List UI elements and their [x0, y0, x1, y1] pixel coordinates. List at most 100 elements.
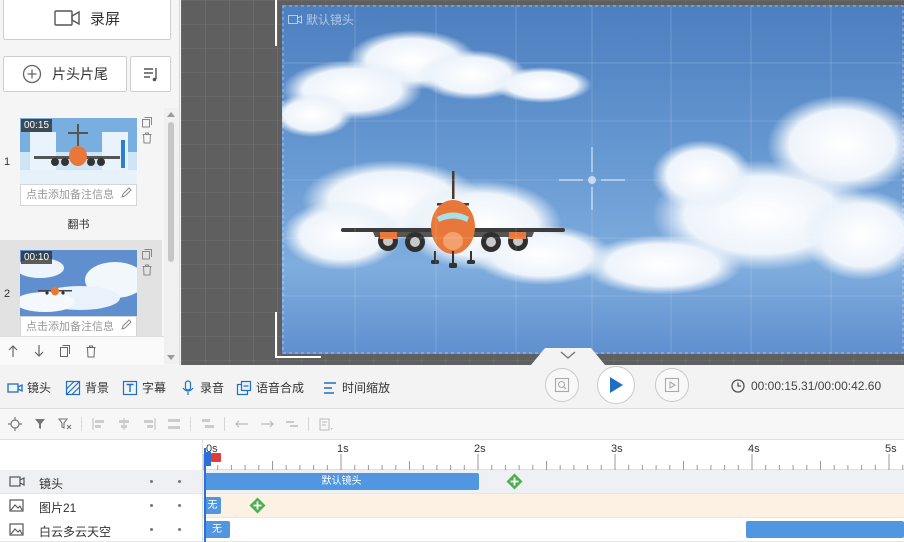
align-left-icon[interactable]: [90, 416, 107, 433]
speech-synthesis-icon: [236, 380, 252, 395]
tool-subtitle[interactable]: 字幕: [122, 379, 166, 396]
play-from-start-button[interactable]: [655, 368, 689, 402]
camera-small-icon: [288, 15, 302, 24]
align-top-icon[interactable]: [199, 416, 216, 433]
scene-note-input[interactable]: 点击添加备注信息: [20, 316, 137, 336]
scene-panel: 录屏 片头片尾 1 00:15 点击添加备注信息 翻书 2 00:10 点击添加…: [0, 0, 180, 365]
scroll-up-arrow-icon[interactable]: [167, 112, 175, 117]
camera-label: 默认镜头: [288, 11, 354, 28]
track-camera[interactable]: 镜头 默认镜头: [0, 470, 904, 494]
track-lock-dot[interactable]: [178, 504, 181, 507]
move-down-icon[interactable]: [28, 340, 50, 362]
tool-record-audio[interactable]: 录音: [180, 379, 224, 396]
timecode-text: 00:00:15.31/00:00:42.60: [751, 379, 882, 393]
scene-tools: [141, 116, 157, 148]
align-center-icon[interactable]: [115, 416, 132, 433]
copy-icon[interactable]: [141, 116, 153, 128]
track-cloudy-sky[interactable]: 白云多云天空 无: [0, 518, 904, 542]
track-visibility-dot[interactable]: [150, 504, 153, 507]
align-right-icon[interactable]: [140, 416, 157, 433]
stage-canvas[interactable]: 默认镜头: [282, 5, 904, 354]
ruler-label-3s: 3s: [611, 443, 623, 455]
sky-clip-segment[interactable]: [746, 521, 904, 538]
time-ruler[interactable]: 0s 1s 2s 3s 4s 5s: [203, 440, 904, 470]
add-keyframe-icon[interactable]: [506, 473, 523, 490]
toolbar-separator: [190, 417, 191, 431]
music-list-icon: [143, 68, 157, 82]
copy-icon[interactable]: [141, 248, 153, 260]
image-icon: [9, 499, 24, 512]
scene-item-selected[interactable]: 2 00:10 点击添加备注信息: [0, 240, 162, 336]
add-keyframe-icon[interactable]: [249, 497, 266, 514]
background-music-button[interactable]: [130, 56, 171, 92]
intro-outro-label: 片头片尾: [52, 66, 108, 82]
delete-icon[interactable]: [141, 264, 153, 276]
scene-title: 翻书: [67, 219, 90, 231]
edit-pencil-icon[interactable]: [121, 185, 132, 205]
move-up-icon[interactable]: [2, 340, 24, 362]
tool-time-scale-label: 时间缩放: [342, 381, 391, 395]
distribute-icon[interactable]: [165, 416, 182, 433]
spread-icon[interactable]: [283, 416, 300, 433]
scroll-down-arrow-icon[interactable]: [167, 355, 175, 360]
track-lock-dot[interactable]: [178, 528, 181, 531]
sky-clip-start[interactable]: 无: [204, 521, 230, 538]
tool-background[interactable]: 背景: [65, 379, 109, 396]
tool-speech-synthesis[interactable]: 语音合成: [236, 379, 304, 396]
track-lock-dot[interactable]: [178, 480, 181, 483]
filter-icon[interactable]: [31, 416, 48, 433]
favorite-list-icon[interactable]: [317, 416, 334, 433]
scene-note-text: 点击添加备注信息: [26, 321, 114, 333]
track-name: 图片21: [39, 501, 77, 515]
delete-scene-icon[interactable]: [80, 340, 102, 362]
scene-item[interactable]: 1 00:15 点击添加备注信息 翻书: [0, 108, 162, 240]
track-header[interactable]: 白云多云天空: [0, 518, 203, 542]
tool-time-scale[interactable]: 时间缩放: [322, 379, 390, 396]
subtitle-icon: [122, 380, 138, 395]
track-image-21[interactable]: 图片21 无: [0, 494, 904, 518]
shift-left-icon[interactable]: [233, 416, 250, 433]
clear-filter-icon[interactable]: [56, 416, 73, 433]
tool-speech-synthesis-label: 语音合成: [256, 381, 305, 395]
scene-number: 2: [4, 288, 11, 300]
image-clip[interactable]: 无: [204, 497, 221, 514]
camera-icon: [9, 476, 25, 487]
tool-camera[interactable]: 镜头: [7, 379, 51, 396]
tool-record-audio-label: 录音: [200, 381, 225, 395]
canvas-area[interactable]: 默认镜头: [181, 0, 904, 365]
play-button[interactable]: [597, 366, 635, 404]
tool-background-label: 背景: [85, 381, 110, 395]
play-frame-icon: [664, 377, 680, 393]
camera-clip[interactable]: 默认镜头: [204, 473, 479, 490]
shift-right-icon[interactable]: [258, 416, 275, 433]
locate-icon[interactable]: [6, 416, 23, 433]
scrollbar-thumb[interactable]: [168, 122, 174, 262]
scene-note-input[interactable]: 点击添加备注信息: [20, 184, 137, 206]
toolbar-separator: [224, 417, 225, 431]
playhead-marker-flag[interactable]: [211, 453, 221, 462]
record-screen-button[interactable]: 录屏: [3, 0, 171, 40]
tool-camera-label: 镜头: [27, 381, 52, 395]
track-visibility-dot[interactable]: [150, 480, 153, 483]
delete-icon[interactable]: [141, 132, 153, 144]
copy-scene-icon[interactable]: [54, 340, 76, 362]
scene-list: 1 00:15 点击添加备注信息 翻书 2 00:10 点击添加备注信息: [0, 108, 164, 336]
track-header[interactable]: 镜头: [0, 470, 203, 494]
intro-outro-button[interactable]: 片头片尾: [3, 56, 127, 92]
camera-label-text: 默认镜头: [306, 13, 355, 27]
scene-list-scrollbar[interactable]: [164, 108, 178, 364]
scene-thumbnail[interactable]: 00:15: [20, 118, 137, 184]
edit-pencil-icon[interactable]: [121, 317, 132, 336]
timeline-toolbar: [0, 409, 904, 440]
app-window: 录屏 片头片尾 1 00:15 点击添加备注信息 翻书 2 00:10 点击添加…: [0, 0, 904, 542]
track-header[interactable]: 图片21: [0, 494, 203, 518]
timecode-display: 00:00:15.31/00:00:42.60: [731, 379, 881, 393]
preview-scene-button[interactable]: [545, 368, 579, 402]
sky-background-image: [282, 30, 904, 295]
chevron-down-icon: [560, 351, 576, 359]
scene-tools: [141, 248, 157, 280]
track-visibility-dot[interactable]: [150, 528, 153, 531]
image-icon: [9, 523, 24, 536]
scene-thumbnail[interactable]: 00:10: [20, 250, 137, 316]
playhead-handle[interactable]: [204, 452, 211, 466]
